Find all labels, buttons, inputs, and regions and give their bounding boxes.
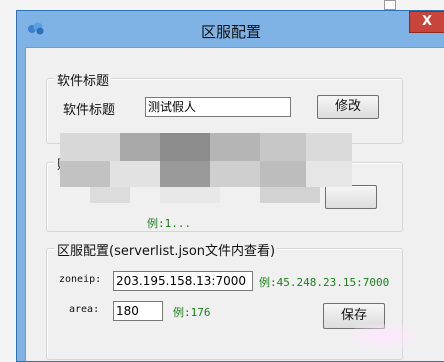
title-bar[interactable]: 区服配置 X [17, 11, 444, 47]
area-label: area: [69, 304, 100, 315]
area-input[interactable]: 180 [113, 301, 163, 321]
account-hint: 例:1... [147, 217, 192, 230]
window-title: 区服配置 [200, 23, 261, 41]
server-config-group: 区服配置(serverlist.json文件内查看) zoneip: 203.1… [46, 240, 403, 360]
pixelated-redaction [60, 133, 352, 203]
software-title-input[interactable]: 测试假人 [145, 97, 291, 117]
software-title-label: 软件标题 [63, 103, 116, 118]
close-icon: X [421, 14, 433, 29]
close-button[interactable]: X [409, 11, 444, 33]
background-window-icon [384, 0, 396, 10]
dialog-client-area: 软件标题 软件标题 测试假人 修改 账号 例:1... 区服配置(serverl… [25, 47, 444, 361]
software-title-legend: 软件标题 [55, 70, 112, 89]
area-hint: 例:176 [173, 306, 211, 319]
zoneip-label: zoneip: [59, 274, 102, 285]
screen-glare [354, 324, 414, 350]
server-config-legend: 区服配置(serverlist.json文件内查看) [55, 240, 278, 259]
zoneip-input[interactable]: 203.195.158.13:7000 [113, 271, 253, 291]
modify-button[interactable]: 修改 [317, 95, 379, 119]
zoneip-hint: 例:45.248.23.15:7000 [259, 276, 390, 289]
